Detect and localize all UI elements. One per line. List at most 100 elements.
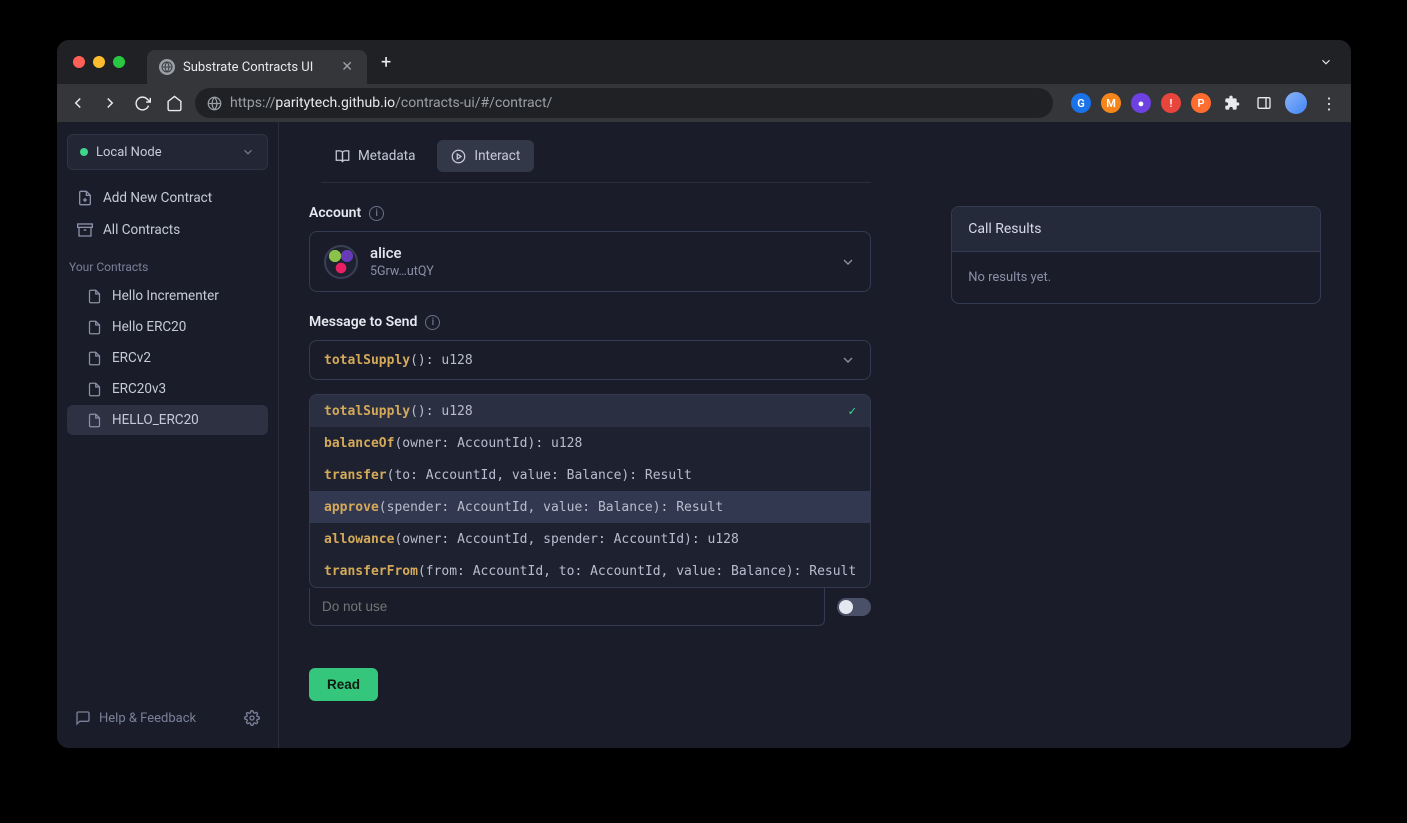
message-option[interactable]: balanceOf(owner: AccountId): u128 <box>310 427 870 459</box>
message-option[interactable]: approve(spender: AccountId, value: Balan… <box>310 491 870 523</box>
contract-item[interactable]: HELLO_ERC20 <box>67 405 268 435</box>
check-icon: ✓ <box>840 404 856 419</box>
read-button[interactable]: Read <box>309 668 378 701</box>
sidebar-footer: Help & Feedback <box>57 700 278 736</box>
app-root: Local Node Add New Contract All Contract… <box>57 122 1351 748</box>
contract-label: HELLO_ERC20 <box>112 412 199 428</box>
account-selector[interactable]: alice 5Grw…utQY <box>309 231 871 292</box>
document-plus-icon <box>77 190 93 206</box>
info-icon[interactable]: i <box>369 206 384 221</box>
contract-label: ERC20v3 <box>112 381 166 397</box>
new-tab-button[interactable]: + <box>381 52 391 73</box>
message-option[interactable]: transfer(to: AccountId, value: Balance):… <box>310 459 870 491</box>
globe-icon <box>159 59 175 75</box>
play-circle-icon <box>451 149 466 164</box>
help-label: Help & Feedback <box>99 711 196 726</box>
fn-name: balanceOf <box>324 436 394 451</box>
account-address: 5Grw…utQY <box>370 264 434 279</box>
chevron-down-icon <box>241 145 255 159</box>
reload-button[interactable] <box>131 92 153 114</box>
contract-item[interactable]: ERC20v3 <box>67 374 268 404</box>
interact-column: Metadata Interact Account i alice 5Grw… <box>309 140 871 718</box>
account-info: alice 5Grw…utQY <box>370 244 434 279</box>
selected-fn-sig: (): u128 <box>410 353 473 368</box>
metamask-icon[interactable]: M <box>1101 93 1121 113</box>
call-results-title: Call Results <box>952 207 1320 252</box>
extension-icon[interactable]: ● <box>1131 93 1151 113</box>
results-column: Call Results No results yet. <box>951 206 1321 718</box>
chevron-down-icon <box>840 352 856 368</box>
storage-limit-row <box>309 588 871 626</box>
message-selector[interactable]: totalSupply(): u128 <box>309 340 871 380</box>
fn-sig: (spender: AccountId, value: Balance): Re… <box>379 500 723 515</box>
tab-interact[interactable]: Interact <box>437 140 534 172</box>
document-icon <box>87 382 102 397</box>
browser-tab[interactable]: Substrate Contracts UI ✕ <box>147 50 367 84</box>
contract-list: Hello Incrementer Hello ERC20 ERCv2 ERC20v3… <box>57 280 278 436</box>
sidebar: Local Node Add New Contract All Contract… <box>57 122 279 748</box>
maximize-window-button[interactable] <box>113 56 125 68</box>
fn-sig: (from: AccountId, to: AccountId, value: … <box>418 564 856 579</box>
fn-sig: (to: AccountId, value: Balance): Result <box>387 468 692 483</box>
minimize-window-button[interactable] <box>93 56 105 68</box>
message-option[interactable]: allowance(owner: AccountId, spender: Acc… <box>310 523 870 555</box>
document-icon <box>87 351 102 366</box>
chevron-down-icon <box>840 254 856 270</box>
extension-icon[interactable]: G <box>1071 93 1091 113</box>
forward-button[interactable] <box>99 92 121 114</box>
contract-label: ERCv2 <box>112 350 151 366</box>
help-feedback-link[interactable]: Help & Feedback <box>75 710 196 726</box>
site-info-icon[interactable] <box>207 96 222 111</box>
message-dropdown: totalSupply(): u128✓balanceOf(owner: Acc… <box>309 394 871 588</box>
toggle-knob <box>839 600 853 614</box>
fn-name: transferFrom <box>324 564 418 579</box>
contract-item[interactable]: ERCv2 <box>67 343 268 373</box>
close-window-button[interactable] <box>73 56 85 68</box>
storage-limit-toggle[interactable] <box>837 598 871 616</box>
account-name: alice <box>370 244 434 262</box>
account-label-row: Account i <box>309 205 871 221</box>
fn-name: approve <box>324 500 379 515</box>
extension-icon[interactable]: P <box>1191 93 1211 113</box>
extensions-menu-icon[interactable] <box>1221 92 1243 114</box>
call-results-empty: No results yet. <box>952 252 1320 303</box>
fn-sig: (owner: AccountId, spender: AccountId): … <box>394 532 738 547</box>
info-icon[interactable]: i <box>425 315 440 330</box>
document-icon <box>87 413 102 428</box>
contract-label: Hello ERC20 <box>112 319 186 335</box>
tab-label: Metadata <box>358 148 415 164</box>
window-controls <box>65 56 135 68</box>
document-icon <box>87 289 102 304</box>
identicon-icon <box>324 245 358 279</box>
node-selector[interactable]: Local Node <box>67 134 268 170</box>
home-button[interactable] <box>163 92 185 114</box>
storage-limit-input[interactable] <box>309 588 825 626</box>
back-button[interactable] <box>67 92 89 114</box>
sidebar-item-label: All Contracts <box>103 222 180 238</box>
contract-item[interactable]: Hello ERC20 <box>67 312 268 342</box>
tab-strip: Substrate Contracts UI ✕ + <box>57 40 1351 84</box>
all-contracts-link[interactable]: All Contracts <box>57 214 278 246</box>
side-panel-icon[interactable] <box>1253 92 1275 114</box>
contract-label: Hello Incrementer <box>112 288 219 304</box>
contract-item[interactable]: Hello Incrementer <box>67 281 268 311</box>
browser-menu-button[interactable]: ⋮ <box>1317 94 1341 113</box>
tab-metadata[interactable]: Metadata <box>321 140 429 172</box>
settings-icon[interactable] <box>244 710 260 726</box>
extensions-bar: G M ● ! P ⋮ <box>1063 92 1341 114</box>
tab-label: Interact <box>474 148 520 164</box>
contract-tabs: Metadata Interact <box>321 140 871 183</box>
tab-overflow-button[interactable] <box>1309 49 1343 75</box>
close-tab-button[interactable]: ✕ <box>339 59 355 75</box>
call-results-panel: Call Results No results yet. <box>951 206 1321 304</box>
message-option[interactable]: totalSupply(): u128✓ <box>310 395 870 427</box>
book-icon <box>335 149 350 164</box>
browser-window: Substrate Contracts UI ✕ + https://parit… <box>57 40 1351 748</box>
profile-avatar[interactable] <box>1285 92 1307 114</box>
message-option[interactable]: transferFrom(from: AccountId, to: Accoun… <box>310 555 870 587</box>
add-new-contract-link[interactable]: Add New Contract <box>57 182 278 214</box>
message-label: Message to Send <box>309 314 417 330</box>
address-bar[interactable]: https://paritytech.github.io/contracts-u… <box>195 88 1053 118</box>
sidebar-item-label: Add New Contract <box>103 190 212 206</box>
extension-icon[interactable]: ! <box>1161 93 1181 113</box>
